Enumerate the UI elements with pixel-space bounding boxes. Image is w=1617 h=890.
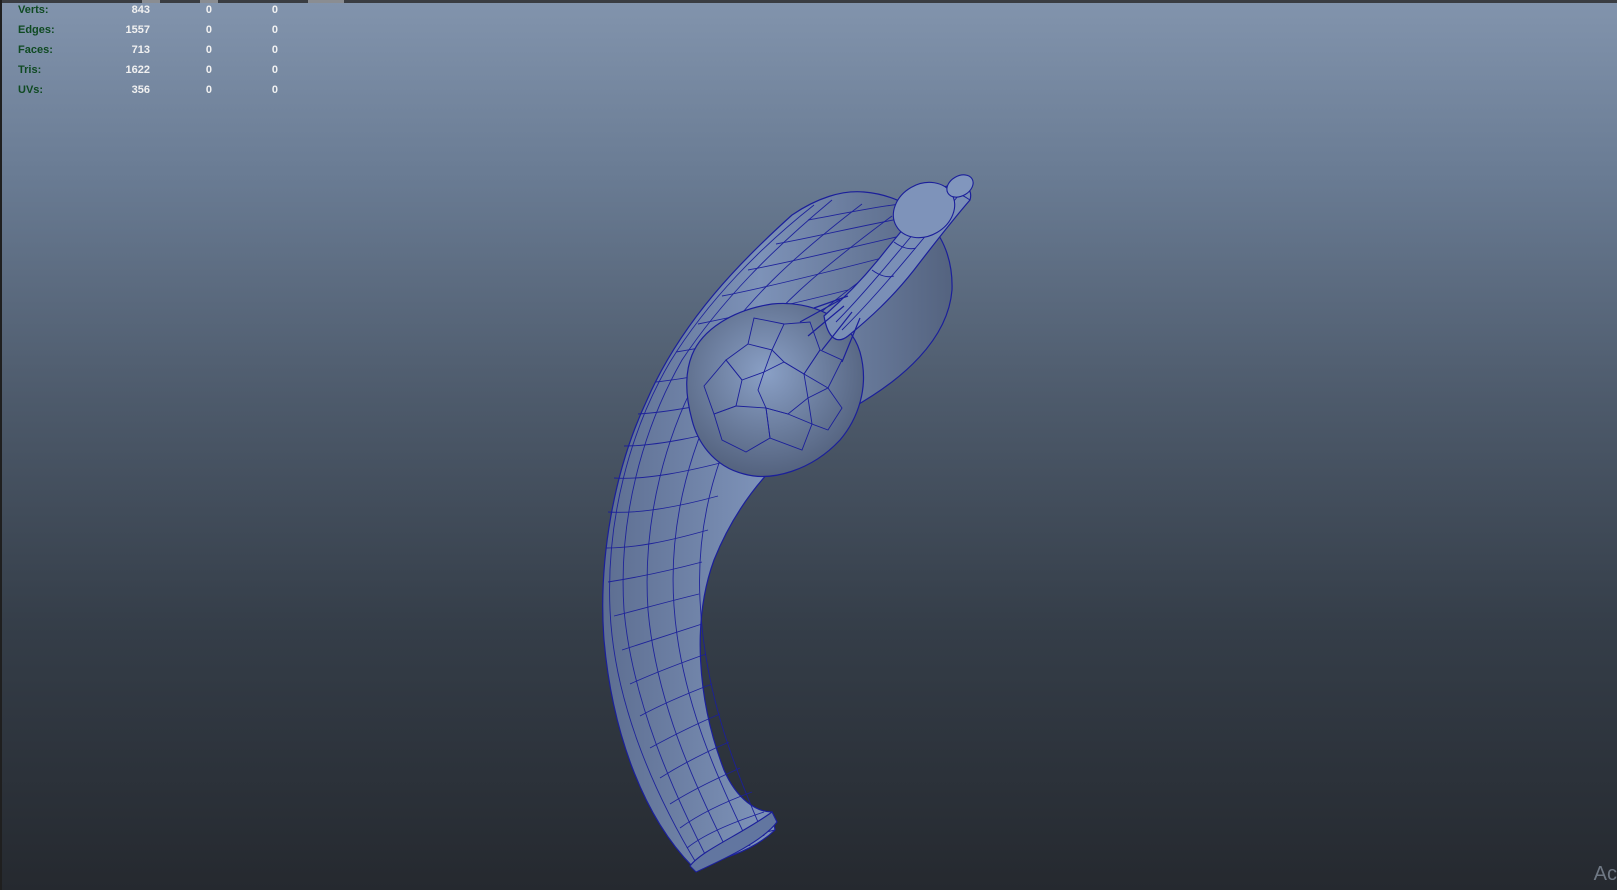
mesh-model[interactable] (2, 0, 1617, 890)
mesh-body (602, 191, 953, 867)
watermark-text: Ac (1593, 863, 1617, 885)
3d-viewport[interactable]: Verts: 843 0 0 Edges: 1557 0 0 Faces: 71… (0, 0, 1617, 890)
